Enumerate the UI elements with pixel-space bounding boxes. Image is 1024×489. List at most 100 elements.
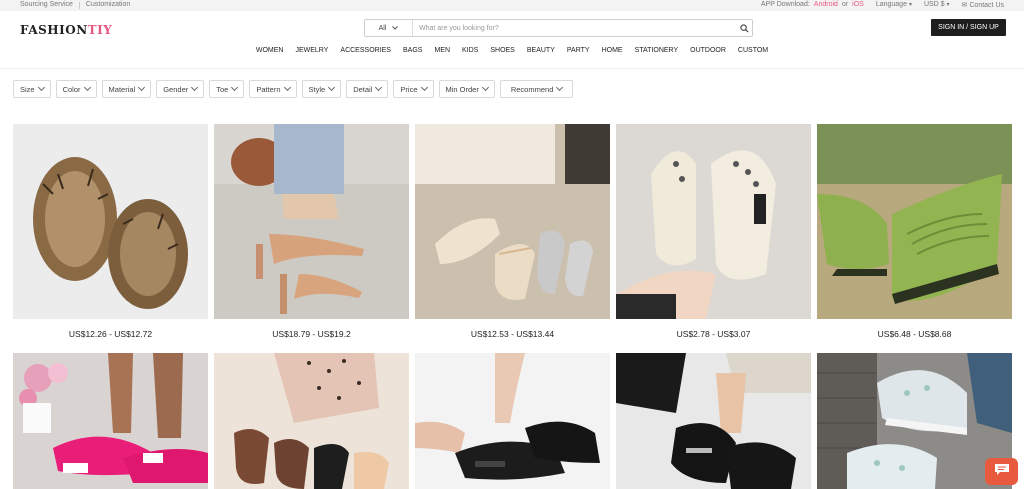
product-card[interactable]	[214, 353, 409, 489]
product-card[interactable]	[616, 353, 811, 489]
filter-label: Detail	[353, 84, 373, 94]
nav-item-jewelry[interactable]: JEWELRY	[295, 47, 328, 54]
customization-link[interactable]: Customization	[86, 1, 130, 9]
chevron-down-icon	[83, 83, 91, 92]
contact-label: Contact Us	[969, 2, 1004, 9]
chevron-down-icon	[481, 83, 489, 92]
filter-detail[interactable]: Detail	[346, 80, 389, 98]
nav-item-outdoor[interactable]: OUTDOOR	[690, 47, 726, 54]
black-slide-image[interactable]	[415, 353, 610, 489]
android-link[interactable]: Android	[814, 1, 838, 9]
chevron-down-icon	[191, 83, 199, 92]
product-price: US$12.26 - US$12.72	[68, 329, 153, 339]
logo-accent: TIY	[87, 23, 113, 37]
search-category-select[interactable]: All	[365, 20, 413, 36]
product-grid: US$12.26 - US$12.72 US$18.79 - US$19.2 U…	[13, 124, 1012, 489]
sign-in-button[interactable]: SIGN IN / SIGN UP	[931, 19, 1006, 36]
ios-link[interactable]: iOS	[852, 1, 864, 9]
language-select[interactable]: Language ▾	[876, 1, 912, 9]
nav-item-men[interactable]: MEN	[434, 47, 450, 54]
filter-label: Recommend	[510, 84, 554, 94]
nav-item-kids[interactable]: KIDS	[462, 47, 478, 54]
fur-slippers-image[interactable]	[13, 124, 208, 319]
contact-us-link[interactable]: ✉ Contact Us	[962, 1, 1004, 9]
chevron-down-icon	[556, 83, 564, 92]
filter-material[interactable]: Material	[101, 80, 152, 98]
logo[interactable]: FASHIONTIY	[20, 23, 112, 37]
search-input[interactable]: What are you looking for?	[413, 25, 736, 32]
filter-toe[interactable]: Toe	[209, 80, 245, 98]
logo-main: FASHION	[20, 23, 88, 37]
chevron-down-icon	[231, 83, 239, 92]
chevron-down-icon	[375, 83, 383, 92]
product-card[interactable]	[13, 353, 208, 489]
chevron-down-icon: ▾	[946, 2, 950, 8]
filter-price[interactable]: Price	[393, 80, 434, 98]
nav-item-custom[interactable]: CUSTOM	[738, 47, 768, 54]
chevron-down-icon	[37, 83, 45, 92]
search-icon[interactable]	[736, 20, 752, 36]
nav-item-women[interactable]: WOMEN	[256, 47, 284, 54]
chat-icon	[994, 463, 1010, 481]
search-bar: All What are you looking for?	[364, 19, 753, 37]
sourcing-service-link[interactable]: Sourcing Service	[20, 1, 73, 9]
nav-item-stationery[interactable]: STATIONERY	[635, 47, 679, 54]
chevron-down-icon	[328, 83, 336, 92]
product-card[interactable]: US$12.53 - US$13.44	[415, 124, 610, 353]
product-card[interactable]: US$18.79 - US$19.2	[214, 124, 409, 353]
sort-recommend[interactable]: Recommend	[499, 80, 574, 98]
filter-label: Min Order	[445, 84, 479, 94]
filter-label: Material	[108, 84, 136, 94]
filter-label: Price	[400, 84, 418, 94]
filter-label: Color	[62, 84, 81, 94]
chevron-down-icon	[283, 83, 291, 92]
nav-item-shoes[interactable]: SHOES	[490, 47, 515, 54]
chevron-down-icon	[392, 25, 399, 32]
filter-color[interactable]: Color	[55, 80, 97, 98]
main-nav: WOMEN JEWELRY ACCESSORIES BAGS MEN KIDS …	[0, 47, 1024, 54]
product-price: US$2.78 - US$3.07	[676, 329, 751, 339]
filter-label: Gender	[163, 84, 189, 94]
app-download-label: APP Download:	[760, 1, 810, 8]
filter-label: Size	[20, 84, 35, 94]
filter-min-order[interactable]: Min Order	[438, 80, 495, 98]
product-price: US$12.53 - US$13.44	[470, 329, 555, 339]
product-price: US$18.79 - US$19.2	[272, 329, 351, 339]
filter-label: Toe	[216, 84, 229, 94]
nav-item-party[interactable]: PARTY	[567, 47, 590, 54]
product-card[interactable]	[817, 353, 1012, 489]
filter-gender[interactable]: Gender	[156, 80, 205, 98]
nav-item-accessories[interactable]: ACCESSORIES	[340, 47, 391, 54]
mary-jane-flats-image[interactable]	[415, 124, 610, 319]
pink-flat-image[interactable]	[13, 353, 208, 489]
top-utility-bar: Sourcing Service Customization APP Downl…	[0, 0, 1024, 11]
filter-label: Style	[308, 84, 326, 94]
product-card[interactable]	[415, 353, 610, 489]
product-card[interactable]: US$6.48 - US$8.68	[817, 124, 1012, 353]
chat-button[interactable]	[985, 458, 1018, 485]
currency-label: USD $	[923, 1, 945, 8]
nav-item-home[interactable]: HOME	[602, 47, 623, 54]
filter-label: Pattern	[256, 84, 281, 94]
nav-item-bags[interactable]: BAGS	[403, 47, 422, 54]
filter-pattern[interactable]: Pattern	[249, 80, 297, 98]
green-loafer-image[interactable]	[817, 124, 1012, 319]
nude-pump-image[interactable]	[214, 124, 409, 319]
product-card[interactable]: US$2.78 - US$3.07	[616, 124, 811, 353]
language-label: Language	[875, 1, 907, 8]
mail-icon: ✉	[961, 2, 968, 9]
brown-mules-image[interactable]	[214, 353, 409, 489]
filter-size[interactable]: Size	[13, 80, 51, 98]
currency-select[interactable]: USD $ ▾	[924, 1, 950, 9]
black-loafer-image[interactable]	[616, 353, 811, 489]
product-card[interactable]: US$12.26 - US$12.72	[13, 124, 208, 353]
nav-item-beauty[interactable]: BEAUTY	[527, 47, 555, 54]
chevron-down-icon	[138, 83, 146, 92]
cream-clog-image[interactable]	[616, 124, 811, 319]
chevron-down-icon	[420, 83, 428, 92]
product-price: US$6.48 - US$8.68	[877, 329, 952, 339]
filter-style[interactable]: Style	[301, 80, 342, 98]
chevron-down-icon: ▾	[908, 2, 912, 8]
mesh-sneaker-image[interactable]	[817, 353, 1012, 489]
divider	[78, 2, 80, 9]
